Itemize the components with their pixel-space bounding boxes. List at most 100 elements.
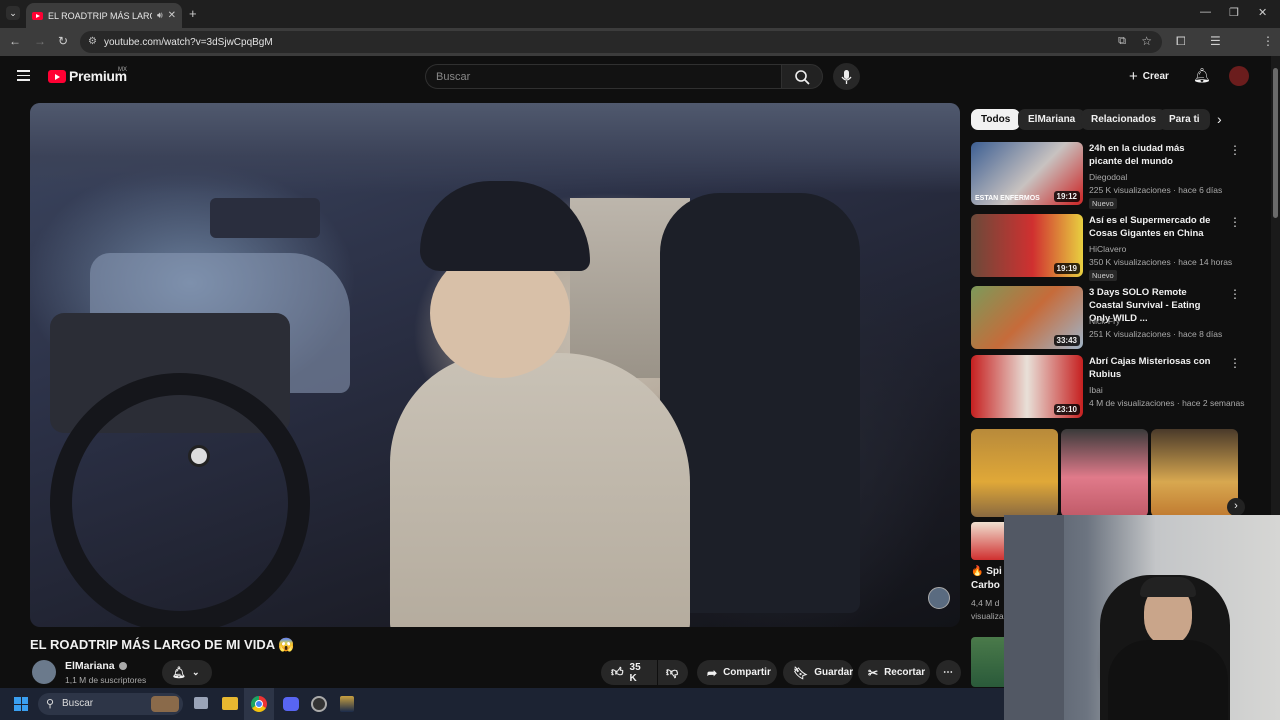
channel-watermark[interactable] [928,587,950,609]
reload-icon[interactable]: ↻ [58,34,68,48]
search-button[interactable] [781,64,823,89]
rec-menu-icon[interactable]: ⋮ [1229,287,1241,301]
search-icon [795,70,810,85]
taskbar-search[interactable]: ⚲ Buscar [38,693,183,715]
site-info-icon[interactable]: ⚙︎ [88,36,97,47]
scrollbar-thumb[interactable] [1273,68,1278,218]
like-button[interactable]: 👍︎ 35 K [601,660,657,685]
duration-badge: 19:12 [1053,191,1080,202]
tab-close-icon[interactable]: ✕ [168,10,176,21]
rec-menu-icon[interactable]: ⋮ [1229,356,1241,370]
rec-meta: 4 M de visualizaciones · hace 2 semanas [1089,398,1245,408]
url-text: youtube.com/watch?v=3dSjwCpqBgM [104,36,273,48]
taskbar-search-label: Buscar [62,698,94,709]
bookmark-star-icon[interactable]: ☆ [1141,34,1152,48]
duration-badge: 19:19 [1053,263,1080,274]
short-thumbnail[interactable] [1151,429,1238,517]
rec-meta-partial: 4,4 M d [971,598,1000,608]
file-explorer-icon[interactable] [222,697,238,710]
channel-name: ElMariana [65,660,115,672]
rec-thumbnail[interactable]: ESTAN ENFERMOS 19:12 [971,142,1083,205]
channel-avatar[interactable] [32,660,56,684]
extensions-icon[interactable]: ⧠ [1176,34,1186,49]
reading-list-icon[interactable]: ☰ [1210,34,1221,48]
chip-channel[interactable]: ElMariana [1018,109,1086,130]
verified-icon [118,662,127,670]
person-hoodie [390,353,690,627]
browser-menu-icon[interactable]: ⋮ [1262,34,1274,48]
youtube-logo-icon[interactable] [48,70,66,83]
browser-toolbar: ← → ↻ ⚙︎ youtube.com/watch?v=3dSjwCpqBgM… [0,28,1280,77]
guide-menu-icon[interactable] [17,70,30,81]
rec-channel[interactable]: Ibai [1089,385,1103,395]
shorts-next-arrow-icon[interactable]: › [1227,498,1245,516]
rec-title[interactable]: Abrí Cajas Misteriosas con Rubius [1089,355,1219,381]
rec-thumbnail[interactable]: 19:19 [971,214,1083,277]
clip-label: Recortar [884,667,926,678]
voice-search-button[interactable] [833,63,860,90]
microphone-icon [841,70,852,84]
browser-tab-strip: ⌄ EL ROADTRIP MÁS LARGO 🔊︎ ✕ + — ❐ ✕ [0,0,1280,28]
window-close-button[interactable]: ✕ [1258,6,1267,19]
chip-for-you[interactable]: Para ti [1159,109,1210,130]
rec-title-partial[interactable]: Carbo [971,580,1000,591]
discord-icon[interactable] [283,697,299,711]
rec-menu-icon[interactable]: ⋮ [1229,215,1241,229]
chip-related[interactable]: Relacionados [1081,109,1167,130]
subscription-bell-button[interactable]: 🔔︎ ⌄ [162,660,212,685]
region-code: MX [118,67,127,73]
restore-button[interactable]: ❐ [1229,6,1239,19]
share-button[interactable]: ➦ Compartir [697,660,777,685]
rec-menu-icon[interactable]: ⋮ [1229,143,1241,157]
duration-badge: 23:10 [1053,404,1080,415]
short-thumbnail[interactable] [971,429,1058,517]
chips-next-arrow-icon[interactable]: › [1217,111,1222,127]
tab-title: EL ROADTRIP MÁS LARGO [48,10,152,21]
address-bar[interactable]: ⚙︎ youtube.com/watch?v=3dSjwCpqBgM ⧉ ☆ [80,31,1162,53]
rec-title-partial[interactable]: 🔥 Spi [971,566,1002,577]
rec-channel[interactable]: Nick Fry [1089,316,1120,326]
cast-icon[interactable]: ⧉ [1118,35,1126,48]
forward-icon[interactable]: → [34,34,46,48]
search-highlight-image [151,696,179,712]
new-tab-button[interactable]: + [189,6,197,21]
task-view-icon[interactable] [194,697,208,709]
create-label: Crear [1142,71,1169,82]
save-button[interactable]: 🔖︎ Guardar [783,660,853,685]
league-client-icon[interactable] [340,696,354,712]
dislike-button[interactable]: 👎︎ [658,660,688,685]
obs-icon[interactable] [311,696,327,712]
share-arrow-icon: ➦ [707,665,718,680]
subscriber-count: 1,1 M de suscriptores [65,675,147,685]
account-avatar[interactable] [1229,66,1249,86]
rec-meta: 225 K visualizaciones · hace 6 días [1089,185,1223,195]
search-input[interactable]: Buscar [425,64,782,89]
short-thumbnail[interactable] [1061,429,1148,517]
clip-button[interactable]: ✂︎ Recortar [858,660,930,685]
rec-thumbnail-partial[interactable] [971,637,1005,687]
more-actions-button[interactable]: ⋯ [936,660,961,685]
browser-tab[interactable]: EL ROADTRIP MÁS LARGO 🔊︎ ✕ [26,3,182,28]
windows-start-icon[interactable] [14,697,28,711]
notifications-bell-icon[interactable]: 🔔︎ [1193,67,1211,84]
youtube-favicon-icon [32,11,43,20]
back-icon[interactable]: ← [9,34,21,48]
create-button[interactable]: + Crear [1129,68,1169,85]
like-count: 35 K [629,661,641,684]
taskbar-search-icon: ⚲ [46,698,55,710]
rec-title[interactable]: 24h en la ciudad más picante del mundo [1089,142,1219,168]
thumbs-down-icon: 👎︎ [666,665,679,679]
rec-channel[interactable]: HiClavero [1089,244,1126,254]
tab-search-button[interactable]: ⌄ [6,6,20,20]
rec-title[interactable]: Así es el Supermercado de Cosas Gigantes… [1089,214,1219,240]
chrome-taskbar-active[interactable] [244,688,274,720]
rec-channel[interactable]: Diegodoal [1089,172,1127,182]
rec-thumbnail[interactable]: 33:43 [971,286,1083,349]
rec-thumbnail[interactable]: 23:10 [971,355,1083,418]
rec-thumbnail-partial[interactable] [971,522,1005,560]
chip-todos[interactable]: Todos [971,109,1021,130]
channel-name-link[interactable]: ElMariana [65,660,127,672]
video-player[interactable] [30,103,960,627]
audio-playing-icon[interactable]: 🔊︎ [157,10,163,21]
minimize-button[interactable]: — [1200,6,1211,18]
